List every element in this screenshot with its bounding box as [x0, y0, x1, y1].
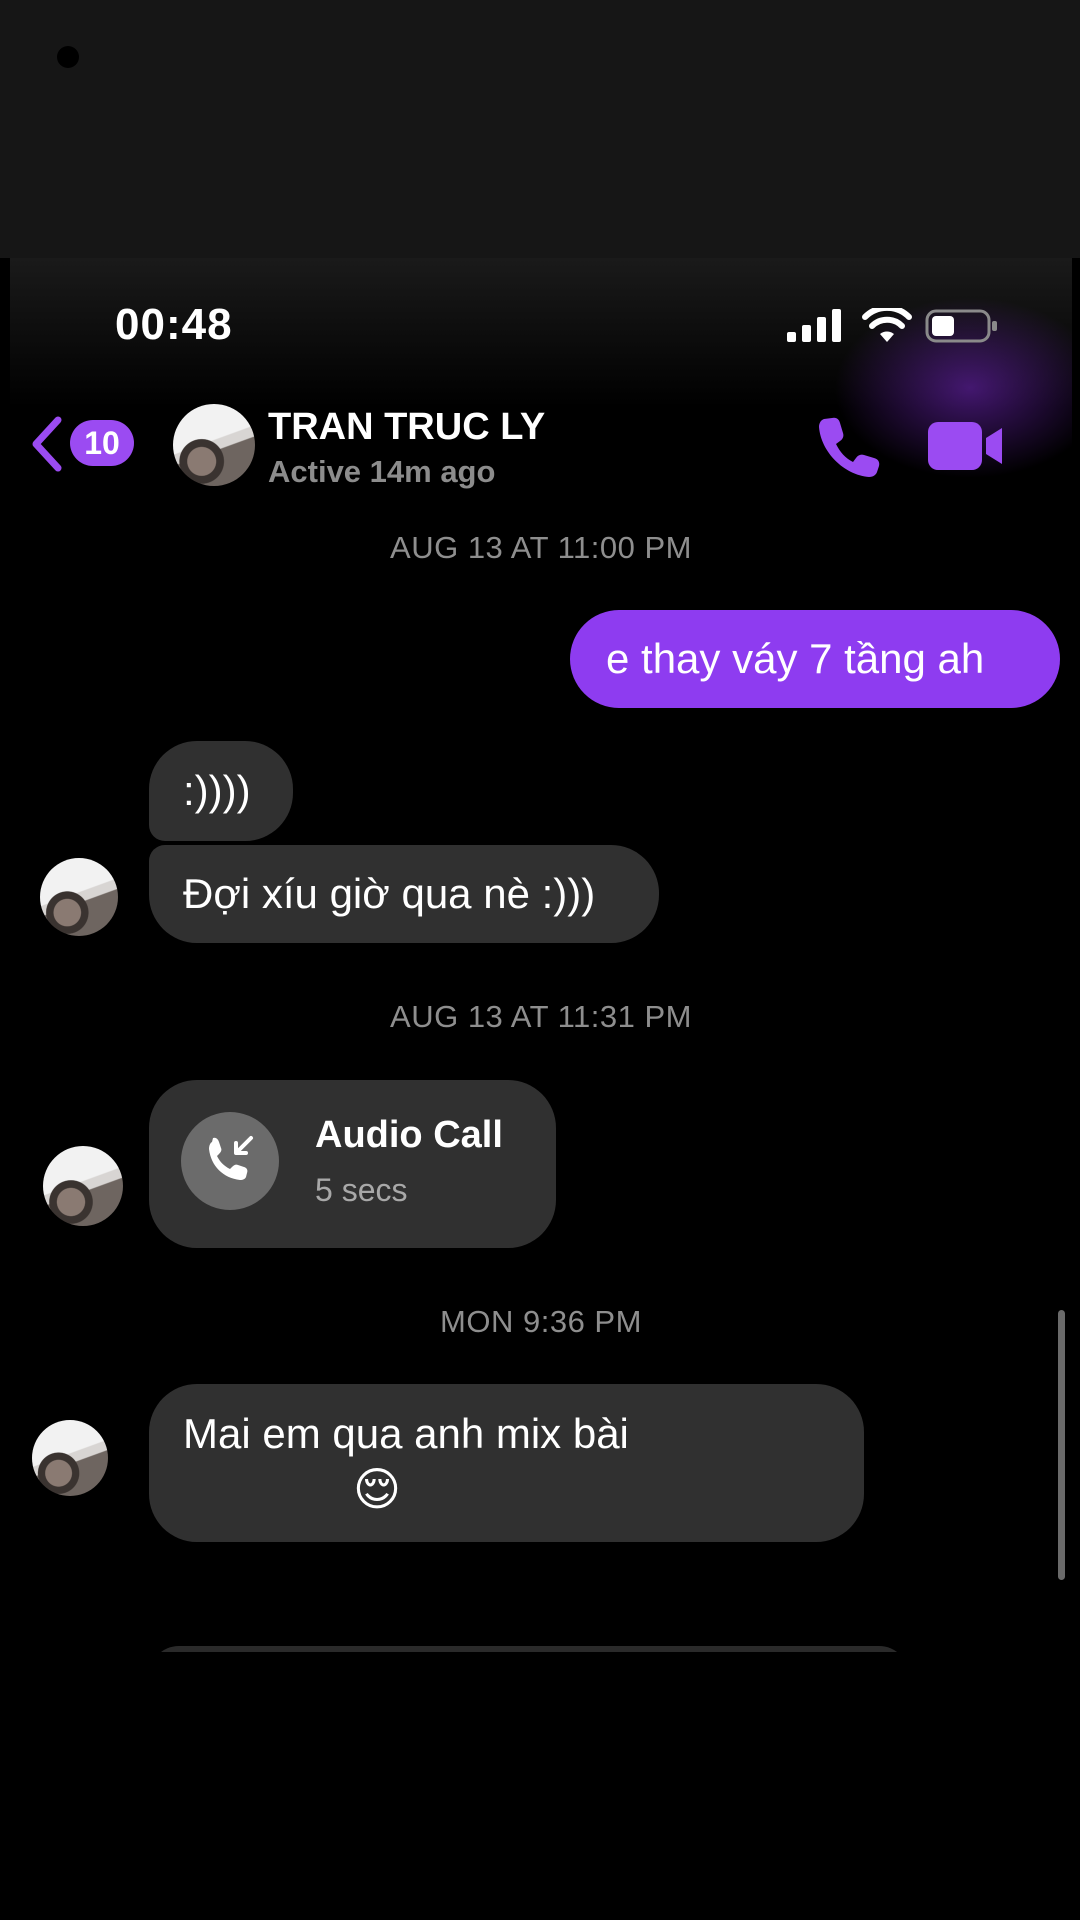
outgoing-message[interactable]: e thay váy 7 tầng ah	[570, 610, 1060, 708]
message-text: Mai em qua anh mix bài	[183, 1410, 629, 1457]
contact-active-status: Active 14m ago	[268, 454, 496, 489]
bottom-letterbox	[0, 1652, 1080, 1920]
message-emoji: 😌	[353, 1462, 401, 1515]
messenger-screen: 00:48 10 TRAN TRUC LY Active 14m ago AUG…	[10, 258, 1072, 1652]
timestamp: MON 9:36 PM	[440, 1304, 642, 1339]
sender-avatar[interactable]	[43, 1146, 123, 1226]
call-title: Audio Call	[315, 1114, 503, 1156]
audio-call-card[interactable]: Audio Call 5 secs	[149, 1080, 556, 1248]
call-duration: 5 secs	[315, 1172, 408, 1208]
header-background	[10, 258, 1072, 508]
incoming-message[interactable]: Mai em qua anh mix bài 😌	[149, 1384, 864, 1542]
signal-icon	[787, 309, 841, 342]
call-icon-container	[181, 1112, 279, 1210]
status-time: 00:48	[115, 300, 233, 349]
wifi-icon	[862, 308, 912, 342]
sender-avatar[interactable]	[40, 858, 118, 936]
incoming-call-icon	[209, 1136, 253, 1180]
back-chevron-icon	[32, 416, 62, 472]
battery-icon	[925, 309, 997, 343]
contact-name[interactable]: TRAN TRUC LY	[268, 406, 545, 449]
timestamp: AUG 13 AT 11:00 PM	[390, 530, 692, 565]
sender-avatar[interactable]	[32, 1420, 108, 1496]
scrollbar[interactable]	[1058, 1310, 1065, 1580]
phone-icon[interactable]	[818, 414, 882, 478]
camera-dot	[57, 46, 79, 68]
video-camera-icon[interactable]	[928, 420, 1004, 472]
incoming-message[interactable]: :))))	[149, 741, 293, 841]
unread-badge: 10	[70, 420, 134, 466]
incoming-message[interactable]: Đợi xíu giờ qua nè :)))	[149, 845, 659, 943]
timestamp: AUG 13 AT 11:31 PM	[390, 999, 692, 1034]
top-letterbox	[0, 0, 1080, 258]
back-button[interactable]: 10	[28, 412, 138, 476]
contact-avatar[interactable]	[173, 404, 255, 486]
